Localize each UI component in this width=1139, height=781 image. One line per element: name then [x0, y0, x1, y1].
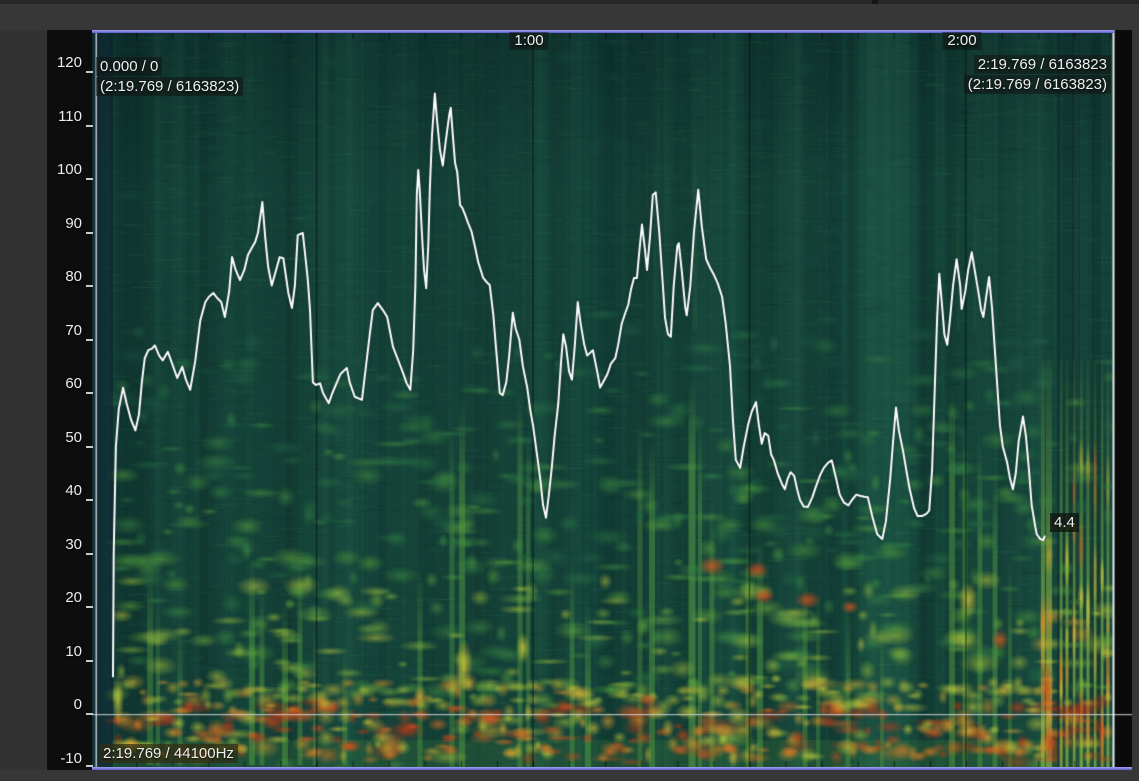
db-tick-label: 20: [38, 590, 82, 606]
db-tick-label: 110: [38, 109, 82, 125]
time-ruler-label: 2:00: [942, 32, 981, 50]
db-tick-label: -10: [38, 751, 82, 767]
playback-status: 2:19.769 / 44100Hz: [99, 744, 238, 763]
db-tick-mark: [86, 285, 93, 287]
spectrogram-canvas[interactable]: [92, 30, 1132, 770]
curve-end-value-label: 4.4: [1050, 513, 1079, 532]
db-tick-mark: [86, 232, 93, 234]
toolbar-separator: [872, 0, 878, 4]
db-tick-label: 100: [38, 162, 82, 178]
db-tick-label: 0: [38, 697, 82, 713]
app-window: 1201101009080706050403020100-10 1:002:00…: [0, 0, 1139, 781]
db-tick-mark: [86, 446, 93, 448]
db-tick-label: 40: [38, 483, 82, 499]
db-tick-mark: [86, 606, 93, 608]
db-tick-mark: [86, 553, 93, 555]
db-tick-mark: [86, 713, 93, 715]
db-tick-label: 70: [38, 323, 82, 339]
db-tick-mark: [86, 765, 93, 767]
db-tick-mark: [86, 339, 93, 341]
db-tick-mark: [86, 178, 93, 180]
end-total-readout: (2:19.769 / 6163823): [964, 75, 1111, 94]
db-tick-mark: [86, 71, 93, 73]
db-tick-mark: [86, 660, 93, 662]
db-tick-mark: [86, 392, 93, 394]
db-tick-label: 90: [38, 216, 82, 232]
time-ruler-label: 1:00: [509, 32, 548, 50]
pane-border-bottom: [92, 767, 1132, 770]
db-tick-label: 50: [38, 430, 82, 446]
db-tick-mark: [86, 125, 93, 127]
toolbar-strip: [0, 0, 1139, 4]
db-tick-label: 10: [38, 644, 82, 660]
cursor-position-readout: 0.000 / 0: [96, 57, 162, 76]
db-tick-label: 120: [38, 55, 82, 71]
db-tick-label: 60: [38, 376, 82, 392]
db-tick-mark: [86, 499, 93, 501]
db-tick-label: 80: [38, 269, 82, 285]
end-position-readout: 2:19.769 / 6163823: [974, 55, 1111, 74]
db-tick-label: 30: [38, 537, 82, 553]
cursor-total-readout: (2:19.769 / 6163823): [96, 77, 243, 96]
